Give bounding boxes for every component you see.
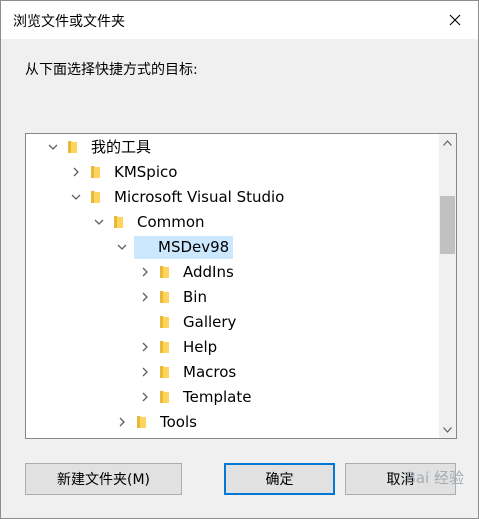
tree-item[interactable]: Bin [26, 285, 439, 310]
folder-icon [160, 291, 169, 303]
vertical-scrollbar[interactable] [439, 134, 456, 438]
chevron-right-icon[interactable] [70, 166, 82, 178]
tree-item-label: 我的工具 [91, 138, 152, 156]
folder-icon [68, 141, 77, 153]
close-icon [449, 14, 461, 26]
tree-item-label: Microsoft Visual Studio [114, 188, 285, 206]
folder-icon [91, 166, 100, 178]
chevron-up-icon [443, 139, 452, 146]
folder-icon [114, 216, 123, 228]
folder-icon [160, 316, 169, 328]
tree-item-label: KMSpico [114, 163, 178, 181]
folder-icon [160, 391, 169, 403]
tree-item[interactable]: Template [26, 385, 439, 410]
tree-item-label: AddIns [183, 263, 234, 281]
tree-item[interactable]: 我的工具 [26, 135, 439, 160]
tree-item[interactable]: MSDev98 [26, 235, 439, 260]
tree-item[interactable]: Common [26, 210, 439, 235]
tree-item-label: Help [183, 338, 218, 356]
ok-button[interactable]: 确定 [224, 463, 335, 495]
chevron-down-icon[interactable] [70, 191, 82, 203]
folder-icon [160, 266, 169, 278]
close-button[interactable] [432, 1, 478, 39]
tree-item[interactable]: Macros [26, 360, 439, 385]
scroll-down-button[interactable] [439, 421, 456, 438]
dialog-title: 浏览文件或文件夹 [13, 14, 125, 30]
watermark: Bai 经验 [405, 469, 464, 487]
tree-item-label: Tools [160, 413, 197, 431]
title-bar: 浏览文件或文件夹 [1, 1, 478, 39]
tree-item[interactable]: Tools [26, 410, 439, 435]
browse-folder-dialog: 浏览文件或文件夹 从下面选择快捷方式的目标: 我的工具 KMSpico Micros… [0, 0, 479, 519]
chevron-right-icon[interactable] [139, 366, 151, 378]
tree-item-label: Gallery [183, 313, 237, 331]
chevron-right-icon[interactable] [139, 341, 151, 353]
folder-icon [91, 191, 100, 203]
folder-tree-list: 我的工具 KMSpico Microsoft Visual Studio Common… [26, 134, 439, 438]
tree-item-label: Bin [183, 288, 207, 306]
tree-item[interactable]: Microsoft Visual Studio [26, 185, 439, 210]
chevron-down-icon [443, 426, 452, 433]
tree-item-label: Template [183, 388, 252, 406]
instruction-text: 从下面选择快捷方式的目标: [25, 62, 198, 78]
new-folder-button[interactable]: 新建文件夹(M) [25, 463, 182, 495]
chevron-down-icon[interactable] [93, 216, 105, 228]
chevron-down-icon[interactable] [47, 141, 59, 153]
folder-icon [160, 341, 169, 353]
chevron-right-icon[interactable] [139, 391, 151, 403]
tree-item[interactable]: Help [26, 335, 439, 360]
tree-item[interactable]: KMSpico [26, 160, 439, 185]
chevron-right-icon[interactable] [139, 266, 151, 278]
folder-icon [137, 416, 146, 428]
tree-item-label: Macros [183, 363, 237, 381]
chevron-down-icon[interactable] [116, 241, 128, 253]
scroll-up-button[interactable] [439, 134, 456, 151]
tree-item-label-selected: MSDev98 [134, 236, 234, 259]
tree-item[interactable]: AddIns [26, 260, 439, 285]
folder-icon [160, 366, 169, 378]
chevron-right-icon[interactable] [139, 291, 151, 303]
folder-tree[interactable]: 我的工具 KMSpico Microsoft Visual Studio Common… [25, 133, 457, 439]
chevron-right-icon[interactable] [116, 416, 128, 428]
tree-item[interactable]: Gallery [26, 310, 439, 335]
scroll-thumb[interactable] [440, 196, 455, 254]
tree-item-label: Common [137, 213, 205, 231]
